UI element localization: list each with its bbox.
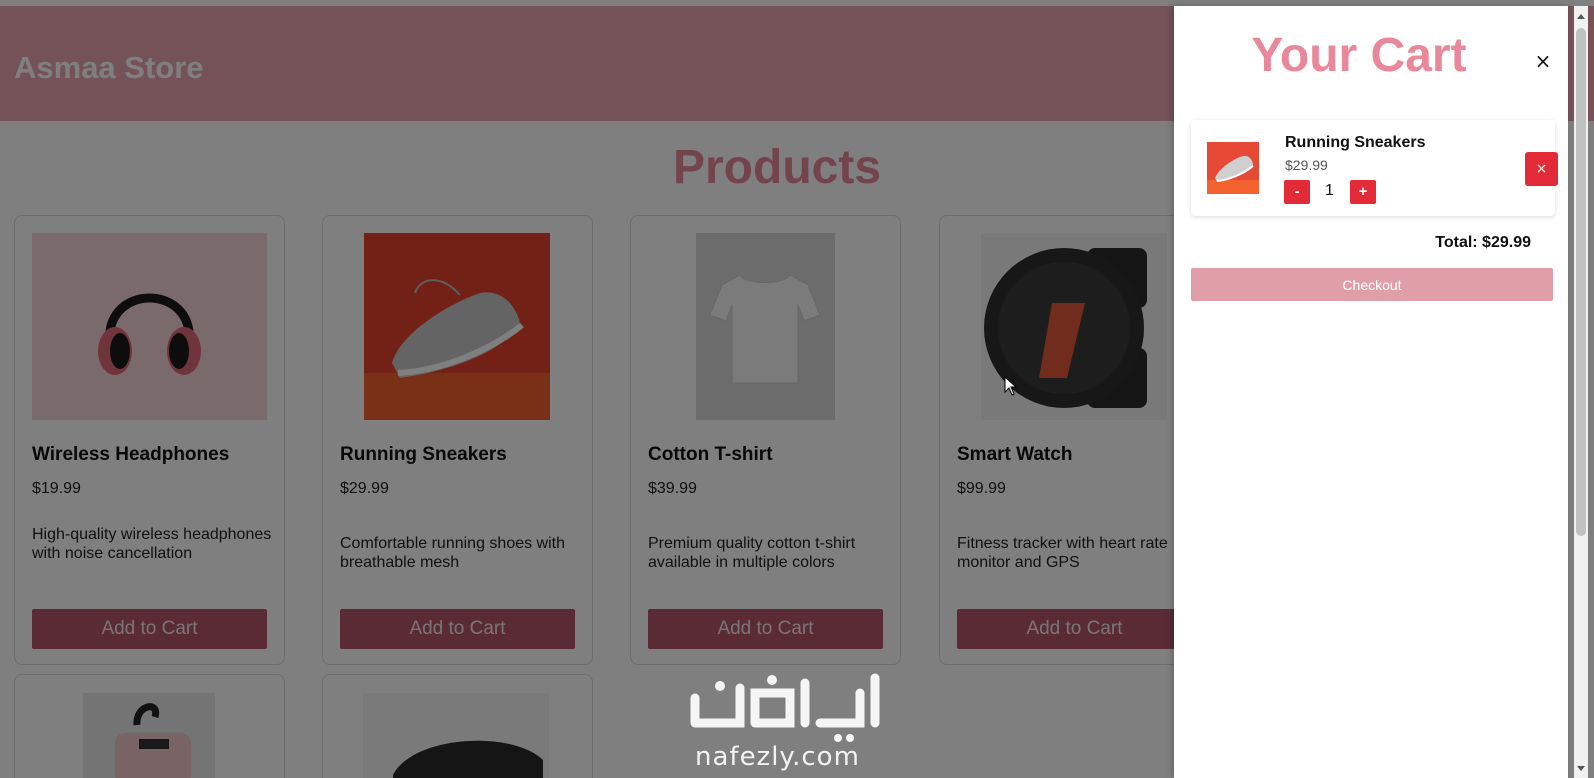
checkout-button[interactable]: Checkout <box>1191 268 1553 301</box>
mouse-cursor-icon <box>1004 376 1018 396</box>
remove-item-button[interactable]: × <box>1525 152 1558 186</box>
nafezly-watermark: nafezly.com <box>680 668 920 778</box>
increase-quantity-button[interactable]: + <box>1350 180 1376 204</box>
cart-item: Running Sneakers $29.99 - 1 + × <box>1191 120 1558 216</box>
cart-item-price: $29.99 <box>1285 157 1328 173</box>
cart-title: Your Cart <box>1251 29 1467 82</box>
cart-item-name: Running Sneakers <box>1285 134 1426 151</box>
nafezly-logo-icon <box>690 673 880 742</box>
scrollbar-thumb[interactable] <box>1576 28 1586 536</box>
quantity-value: 1 <box>1325 182 1334 199</box>
close-cart-button[interactable]: × <box>1532 50 1554 72</box>
page-scrollbar[interactable] <box>1574 6 1588 778</box>
scroll-up-icon[interactable] <box>1577 14 1585 19</box>
decrease-quantity-button[interactable]: - <box>1284 180 1310 204</box>
scroll-down-icon[interactable] <box>1577 766 1585 771</box>
cart-total: Total: $29.99 <box>1435 234 1531 251</box>
cart-item-image <box>1207 142 1259 194</box>
cart-panel: Your Cart × Running Sneakers $29.99 - 1 … <box>1174 6 1568 778</box>
watermark-domain: nafezly.com <box>695 742 860 772</box>
